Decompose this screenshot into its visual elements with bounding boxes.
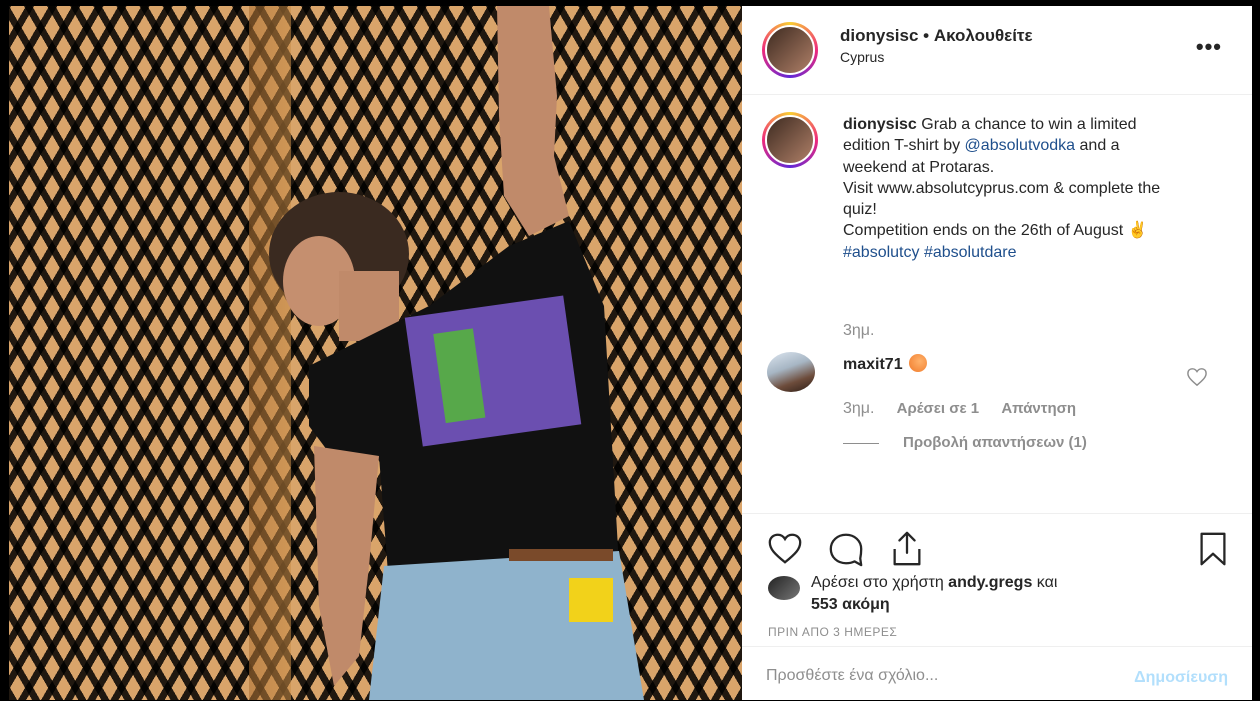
comment-like-heart-icon[interactable] [1186, 367, 1208, 387]
mention-link[interactable]: @absolutvodka [965, 137, 1076, 154]
liker-avatar [768, 576, 800, 600]
following-button[interactable]: Ακολουθείτε [934, 26, 1033, 45]
view-replies-label: Προβολή απαντήσεων (1) [903, 434, 1087, 451]
more-options-icon[interactable]: ••• [1196, 34, 1222, 60]
caption-text: dionysisc Grab a chance to win a limited… [843, 114, 1183, 263]
comment-bubble-icon[interactable] [827, 530, 865, 568]
post-age[interactable]: ΠΡΙΝ ΑΠΟ 3 ΗΜΕΡΕΣ [768, 625, 897, 639]
commenter-avatar[interactable] [767, 352, 815, 392]
caption-timestamp[interactable]: 3ημ. [843, 322, 874, 340]
author-username[interactable]: dionysisc [840, 26, 918, 45]
view-replies-button[interactable]: Προβολή απαντήσεων (1) [843, 434, 1087, 451]
post-header: dionysisc • Ακολουθείτε Cyprus ••• [742, 6, 1252, 95]
liker-username[interactable]: andy.gregs [948, 574, 1032, 591]
reply-button[interactable]: Απάντηση [1001, 400, 1076, 417]
add-comment-bar: Δημοσίευση [742, 646, 1252, 701]
post-comment-button[interactable]: Δημοσίευση [1134, 669, 1228, 687]
post-photo[interactable] [9, 6, 742, 700]
bookmark-icon[interactable] [1194, 530, 1232, 568]
separator-dot: • [923, 26, 930, 45]
comment-body: maxit71 [843, 354, 927, 374]
screenshot-frame: dionysisc • Ακολουθείτε Cyprus ••• diony… [0, 0, 1260, 700]
add-comment-input[interactable] [766, 667, 1086, 685]
caption-line-3: Visit www.absolutcyprus.com & complete t… [843, 179, 1161, 219]
peach-emoji-icon [908, 354, 927, 372]
comment-timestamp[interactable]: 3ημ. [843, 400, 874, 417]
window-edge [1252, 0, 1260, 700]
hashtag-link[interactable]: #absolutcy [843, 244, 920, 261]
post-location[interactable]: Cyprus [840, 49, 884, 65]
author-line: dionysisc • Ακολουθείτε [840, 26, 1033, 46]
likes-prefix: Αρέσει στο χρήστη [811, 574, 944, 591]
commenter-username[interactable]: maxit71 [843, 356, 903, 373]
replies-divider [843, 442, 879, 444]
hashtag-link[interactable]: #absolutdare [924, 244, 1017, 261]
post-photo-subject [269, 6, 644, 700]
share-icon[interactable] [888, 530, 926, 568]
author-avatar[interactable] [762, 22, 818, 78]
caption-avatar[interactable] [762, 112, 818, 168]
comment-likes-count[interactable]: Αρέσει σε 1 [897, 400, 980, 417]
likes-and: και [1036, 574, 1058, 591]
jeans-patch [569, 578, 613, 622]
likes-text: Αρέσει στο χρήστη andy.gregs και 553 ακό… [811, 572, 1188, 616]
comment-meta: 3ημ. Αρέσει σε 1 Απάντηση [843, 400, 1094, 418]
caption-line-4: Competition ends on the 26th of August ✌ [843, 222, 1148, 240]
caption-username[interactable]: dionysisc [843, 116, 917, 133]
post-side-panel: dionysisc • Ακολουθείτε Cyprus ••• diony… [742, 6, 1252, 700]
heart-icon[interactable] [766, 530, 804, 568]
likes-summary[interactable]: Αρέσει στο χρήστη andy.gregs και 553 ακό… [768, 572, 1188, 616]
likes-others-count[interactable]: 553 ακόμη [811, 596, 890, 613]
